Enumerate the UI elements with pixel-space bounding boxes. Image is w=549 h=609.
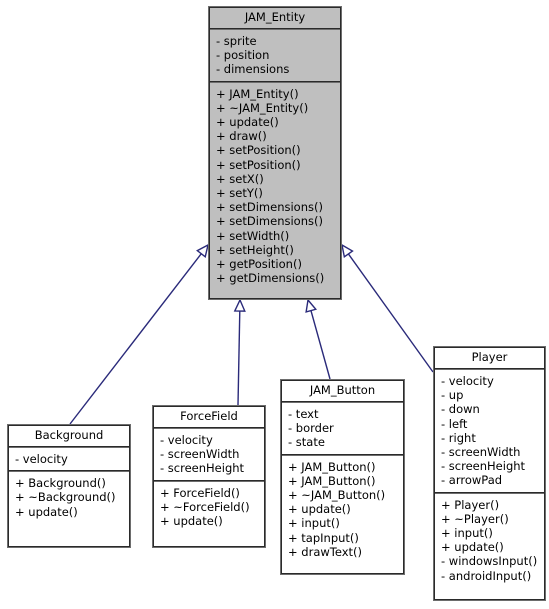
uml-attribute: - up <box>441 388 464 403</box>
uml-operation: + JAM_Entity() <box>216 86 299 101</box>
uml-operation: + setY() <box>216 186 263 201</box>
uml-class-name: ForceField <box>180 409 238 423</box>
uml-operation: + update() <box>288 502 351 517</box>
uml-attribute: - velocity <box>160 433 213 447</box>
uml-operations-compartment: + ForceField() + ~ForceField() + update() <box>154 482 264 533</box>
uml-attributes-compartment: - velocity - up - down - left - right - scree… <box>435 370 544 492</box>
uml-operation: + ~JAM_Button() <box>288 488 386 503</box>
uml-operation: + Player() <box>441 497 500 512</box>
uml-attribute: - left <box>441 416 468 431</box>
uml-attribute: - text <box>288 407 319 421</box>
uml-operation: + setPosition() <box>216 157 301 172</box>
uml-operations-compartment: + Player() + ~Player() + input() + update()… <box>435 494 544 587</box>
uml-class-name: JAM_Button <box>309 383 376 397</box>
uml-operation: + setHeight() <box>216 242 294 257</box>
uml-operations-compartment: + JAM_Button() + JAM_Button() + ~JAM_Butto… <box>282 456 403 563</box>
uml-operation: + ~ForceField() <box>160 499 250 514</box>
uml-operation: + Background() <box>15 476 106 491</box>
uml-class-name: JAM_Entity <box>244 10 306 24</box>
uml-operation: + ~Background() <box>15 490 116 505</box>
uml-operation: + setDimensions() <box>216 214 323 229</box>
uml-attribute: - screenWidth <box>441 445 521 460</box>
uml-attribute: - sprite <box>216 34 257 48</box>
uml-attribute: - arrowPad <box>441 473 503 488</box>
uml-operation: + setDimensions() <box>216 200 323 215</box>
uml-operation: + tapInput() <box>288 530 359 545</box>
uml-operation: + input() <box>441 526 493 541</box>
uml-attribute: - screenHeight <box>441 459 526 474</box>
uml-attribute: - velocity <box>15 452 68 466</box>
uml-attribute: - velocity <box>441 374 494 388</box>
uml-attributes-compartment: - sprite - position - dimensions <box>210 30 340 81</box>
uml-attributes-compartment: - velocity <box>9 448 129 470</box>
generalization-line <box>69 253 202 425</box>
generalization-arrowhead-icon <box>341 243 354 259</box>
generalization-arrowhead-icon <box>196 243 210 258</box>
uml-attribute: - right <box>441 430 476 445</box>
uml-operation: + setPosition() <box>216 143 301 158</box>
uml-class-jam_entity[interactable]: JAM_Entity - sprite - position - dimensions… <box>208 6 342 300</box>
uml-operation: - windowsInput() <box>441 554 538 569</box>
edge-jam-button <box>305 298 331 380</box>
uml-operation: + ForceField() <box>160 485 240 500</box>
uml-operation: + ~JAM_Entity() <box>216 100 309 115</box>
uml-operation: + update() <box>441 540 504 555</box>
edge-forcefield <box>233 298 246 406</box>
edge-background <box>69 243 210 425</box>
uml-class-name: Player <box>471 350 508 364</box>
uml-operation: + JAM_Button() <box>288 473 376 488</box>
uml-operation: + update() <box>160 514 223 529</box>
uml-operation: - androidInput() <box>441 568 532 583</box>
uml-attribute: - dimensions <box>216 62 290 77</box>
uml-attribute: - border <box>288 421 334 436</box>
generalization-line <box>310 310 331 380</box>
generalization-line <box>347 253 434 373</box>
edge-player <box>341 243 434 373</box>
uml-operation: + input() <box>288 516 340 531</box>
uml-class-background[interactable]: Background - velocity + Background() + ~Bac… <box>7 424 131 548</box>
uml-operation: + setWidth() <box>216 228 290 243</box>
uml-operation: + draw() <box>216 129 267 144</box>
uml-attribute: - screenHeight <box>160 461 245 476</box>
uml-operation: + ~Player() <box>441 511 509 526</box>
uml-class-player[interactable]: Player - velocity - up - down - left - right -… <box>433 346 546 601</box>
uml-attribute: - down <box>441 402 480 417</box>
generalization-line <box>237 310 241 406</box>
uml-attributes-compartment: - text - border - state <box>282 403 403 454</box>
uml-operations-compartment: + Background() + ~Background() + update() <box>9 472 129 523</box>
uml-attributes-compartment: - velocity - screenWidth - screenHeight <box>154 429 264 480</box>
uml-class-diagram: JAM_Entity - sprite - position - dimensions… <box>0 0 549 609</box>
uml-attribute: - screenWidth <box>160 447 240 462</box>
uml-class-jam_button[interactable]: JAM_Button - text - border - state + JAM_But… <box>280 379 405 575</box>
uml-operation: + setX() <box>216 171 264 186</box>
uml-operation: + update() <box>216 115 279 130</box>
uml-operation: + JAM_Button() <box>288 459 376 474</box>
uml-class-forcefield[interactable]: ForceField - velocity - screenWidth - scree… <box>152 405 266 548</box>
uml-operation: + getDimensions() <box>216 271 325 286</box>
uml-operation: + getPosition() <box>216 257 302 272</box>
uml-operations-compartment: + JAM_Entity() + ~JAM_Entity() + update() +… <box>210 83 340 290</box>
uml-operation: + update() <box>15 504 78 519</box>
uml-operation: + drawText() <box>288 544 363 559</box>
uml-class-name: Background <box>34 428 104 442</box>
generalization-arrowhead-icon <box>233 298 246 312</box>
uml-attribute: - position <box>216 48 270 63</box>
uml-attribute: - state <box>288 435 325 450</box>
generalization-arrowhead-icon <box>305 298 318 313</box>
